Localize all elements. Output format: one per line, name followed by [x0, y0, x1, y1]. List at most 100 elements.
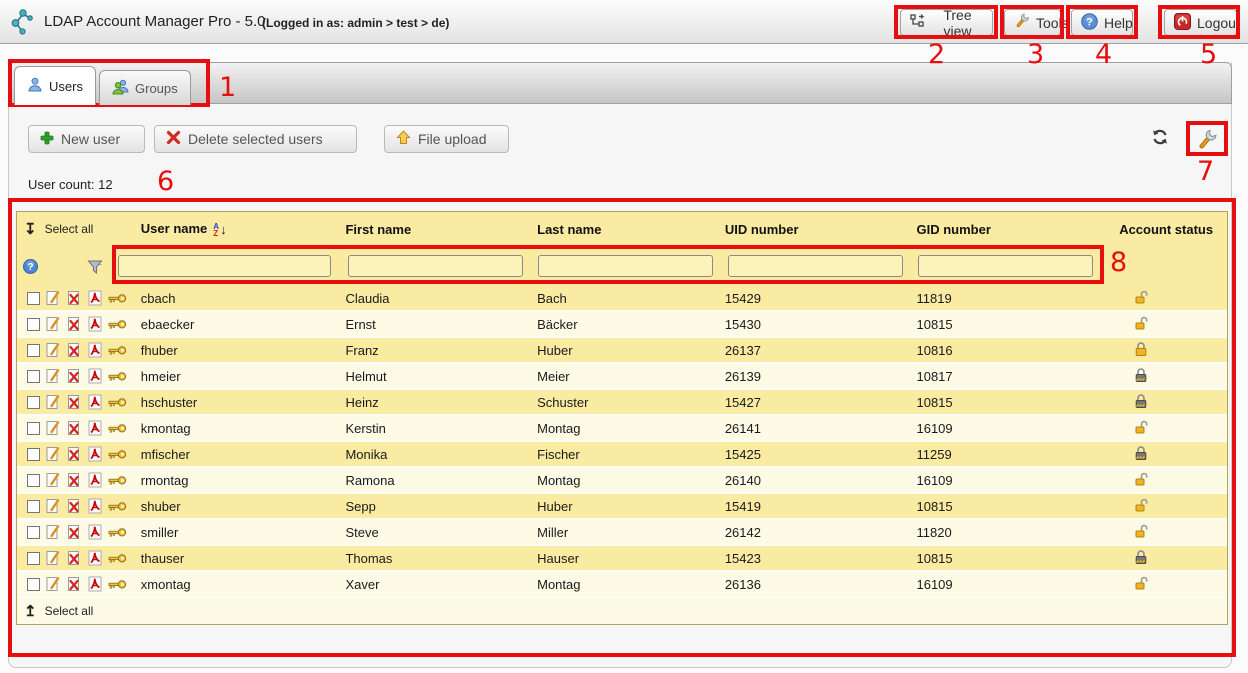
key-icon[interactable]	[108, 501, 127, 512]
table-row: smiller Steve Miller 26142 11820	[17, 520, 1227, 546]
pdf-icon[interactable]	[87, 498, 103, 514]
cell-firstname: Xaver	[345, 577, 537, 592]
table-body: cbach Claudia Bach 15429 11819	[17, 286, 1227, 598]
pdf-icon[interactable]	[87, 342, 103, 358]
cell-username: smiller	[141, 525, 346, 540]
pdf-icon[interactable]	[87, 394, 103, 410]
table-row: fhuber Franz Huber 26137 10816	[17, 338, 1227, 364]
filter-gid-input[interactable]	[918, 255, 1093, 277]
pdf-icon[interactable]	[87, 290, 103, 306]
status-partially-locked-icon	[1133, 445, 1149, 461]
pdf-icon[interactable]	[87, 550, 103, 566]
help-button[interactable]: ? Help	[1071, 9, 1133, 36]
edit-icon[interactable]	[45, 550, 61, 566]
row-checkbox[interactable]	[27, 370, 40, 383]
cell-uid: 26142	[725, 525, 917, 540]
edit-icon[interactable]	[45, 394, 61, 410]
key-icon[interactable]	[108, 397, 127, 408]
pdf-icon[interactable]	[87, 316, 103, 332]
tree-view-button[interactable]: Tree view	[900, 9, 993, 36]
delete-icon[interactable]	[66, 550, 82, 566]
file-upload-button[interactable]: File upload	[384, 125, 509, 153]
row-checkbox[interactable]	[27, 422, 40, 435]
filter-username-input[interactable]	[118, 255, 331, 277]
filter-lastname-input[interactable]	[538, 255, 713, 277]
edit-icon[interactable]	[45, 290, 61, 306]
pdf-icon[interactable]	[87, 576, 103, 592]
delete-selected-users-button[interactable]: Delete selected users	[154, 125, 357, 153]
key-icon[interactable]	[108, 293, 127, 304]
edit-icon[interactable]	[45, 316, 61, 332]
pdf-icon[interactable]	[87, 472, 103, 488]
delete-icon[interactable]	[66, 472, 82, 488]
row-checkbox[interactable]	[27, 448, 40, 461]
row-checkbox[interactable]	[27, 344, 40, 357]
key-icon[interactable]	[108, 553, 127, 564]
column-header-firstname[interactable]: First name	[345, 222, 537, 237]
edit-icon[interactable]	[45, 342, 61, 358]
new-user-button[interactable]: New user	[28, 125, 145, 153]
edit-icon[interactable]	[45, 472, 61, 488]
delete-icon[interactable]	[66, 524, 82, 540]
key-icon[interactable]	[108, 579, 127, 590]
key-icon[interactable]	[108, 371, 127, 382]
delete-icon[interactable]	[66, 446, 82, 462]
key-icon[interactable]	[108, 345, 127, 356]
row-checkbox[interactable]	[27, 500, 40, 513]
column-header-lastname[interactable]: Last name	[537, 222, 725, 237]
tree-view-label: Tree view	[932, 7, 983, 39]
delete-icon[interactable]	[66, 342, 82, 358]
column-header-username[interactable]: User nameAZ↓	[141, 221, 346, 237]
delete-icon[interactable]	[66, 394, 82, 410]
cell-uid: 26136	[725, 577, 917, 592]
pdf-icon[interactable]	[87, 524, 103, 540]
key-icon[interactable]	[108, 319, 127, 330]
settings-wrench-icon[interactable]	[1196, 129, 1218, 156]
cell-gid: 11819	[916, 291, 1119, 306]
filter-funnel-icon[interactable]	[87, 259, 103, 280]
filter-uid-input[interactable]	[728, 255, 903, 277]
edit-icon[interactable]	[45, 420, 61, 436]
row-checkbox[interactable]	[27, 292, 40, 305]
column-header-gid[interactable]: GID number	[917, 222, 1120, 237]
plus-icon	[40, 131, 54, 148]
filter-firstname-input[interactable]	[348, 255, 523, 277]
cell-gid: 10816	[916, 343, 1119, 358]
logout-label: Logout	[1197, 15, 1240, 31]
delete-icon[interactable]	[66, 290, 82, 306]
delete-icon[interactable]	[66, 576, 82, 592]
row-checkbox[interactable]	[27, 578, 40, 591]
row-checkbox[interactable]	[27, 474, 40, 487]
select-all-top[interactable]: ↧ Select all	[17, 222, 93, 237]
row-checkbox[interactable]	[27, 396, 40, 409]
logout-button[interactable]: Logout	[1164, 9, 1237, 36]
row-checkbox[interactable]	[27, 318, 40, 331]
delete-icon[interactable]	[66, 368, 82, 384]
delete-icon[interactable]	[66, 420, 82, 436]
pdf-icon[interactable]	[87, 368, 103, 384]
row-checkbox[interactable]	[27, 526, 40, 539]
filter-help-icon[interactable]: ?	[23, 259, 38, 279]
delete-icon[interactable]	[66, 316, 82, 332]
tab-users[interactable]: Users	[14, 66, 96, 105]
key-icon[interactable]	[108, 449, 127, 460]
table-row: kmontag Kerstin Montag 26141 16109	[17, 416, 1227, 442]
row-checkbox[interactable]	[27, 552, 40, 565]
pdf-icon[interactable]	[87, 420, 103, 436]
edit-icon[interactable]	[45, 446, 61, 462]
key-icon[interactable]	[108, 527, 127, 538]
tab-groups[interactable]: Groups	[99, 70, 191, 105]
column-header-uid[interactable]: UID number	[725, 222, 917, 237]
key-icon[interactable]	[108, 423, 127, 434]
edit-icon[interactable]	[45, 368, 61, 384]
pdf-icon[interactable]	[87, 446, 103, 462]
sort-az-icon[interactable]: AZ↓	[213, 222, 226, 237]
tools-button[interactable]: Tools	[1004, 9, 1061, 36]
edit-icon[interactable]	[45, 576, 61, 592]
select-all-bottom[interactable]: ↥ Select all	[17, 604, 93, 619]
edit-icon[interactable]	[45, 524, 61, 540]
edit-icon[interactable]	[45, 498, 61, 514]
refresh-icon[interactable]	[1150, 127, 1170, 152]
key-icon[interactable]	[108, 475, 127, 486]
delete-icon[interactable]	[66, 498, 82, 514]
